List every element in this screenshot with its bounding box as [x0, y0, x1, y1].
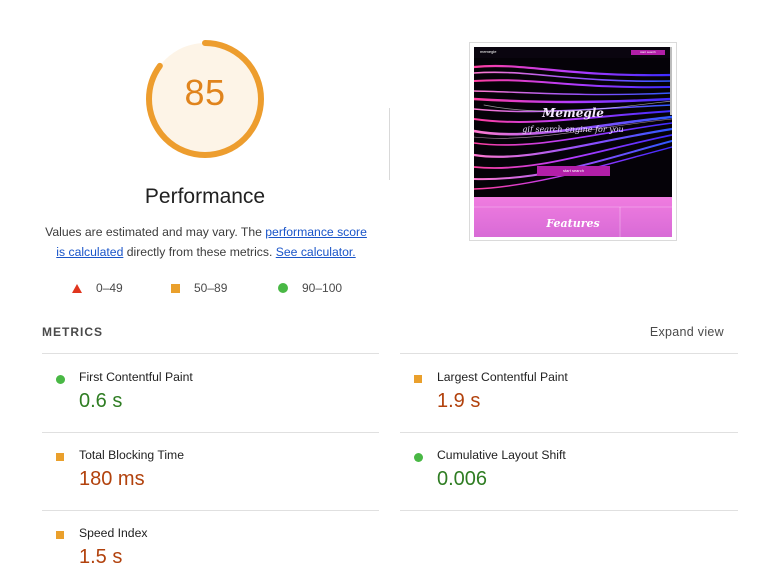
- fail-triangle-icon: [72, 283, 82, 293]
- screenshot-nav-button: start search: [640, 50, 656, 54]
- average-square-icon: [171, 283, 180, 293]
- metric-value: 0.6 s: [79, 390, 123, 412]
- metric-name: First Contentful Paint: [79, 370, 193, 384]
- pass-circle-icon: [414, 453, 423, 462]
- average-square-icon: [56, 453, 64, 461]
- legend-pass: 90–100: [278, 281, 342, 295]
- score-description: Values are estimated and may vary. The p…: [40, 222, 372, 262]
- expand-view-button[interactable]: Expand view: [650, 325, 724, 339]
- legend-range: 90–100: [302, 281, 343, 295]
- metric-name: Total Blocking Time: [79, 448, 184, 462]
- screenshot-hero-title: Memegle: [542, 106, 604, 120]
- legend-range: 0–49: [96, 281, 123, 295]
- metrics-divider: [42, 353, 379, 354]
- final-screenshot[interactable]: memegle start search Memegle gif search …: [469, 42, 677, 241]
- metrics-heading: METRICS: [42, 325, 103, 339]
- screenshot-hero-subtitle: gif search engine for you: [522, 125, 624, 134]
- screenshot-cta-button: start search: [563, 168, 584, 173]
- average-square-icon: [414, 375, 422, 383]
- metrics-divider: [400, 432, 738, 433]
- metric-name: Largest Contentful Paint: [437, 370, 568, 384]
- pass-circle-icon: [56, 375, 65, 384]
- description-text-2: directly from these metrics.: [123, 245, 276, 259]
- metrics-divider: [400, 510, 738, 511]
- screenshot-image: memegle start search Memegle gif search …: [474, 47, 672, 237]
- metric-value: 0.006: [437, 468, 488, 490]
- metrics-divider: [42, 510, 379, 511]
- performance-title: Performance: [144, 185, 266, 208]
- screenshot-section-title: Features: [546, 217, 600, 230]
- metric-value: 1.5 s: [79, 546, 123, 568]
- see-calculator-link[interactable]: See calculator.: [276, 245, 356, 259]
- metrics-divider: [42, 432, 379, 433]
- metrics-divider: [400, 353, 738, 354]
- description-text: Values are estimated and may vary. The: [45, 225, 266, 239]
- average-square-icon: [56, 531, 64, 539]
- legend-average: 50–89: [171, 281, 227, 295]
- legend-fail: 0–49: [72, 281, 123, 295]
- metric-name: Cumulative Layout Shift: [437, 448, 566, 462]
- metric-name: Speed Index: [79, 526, 148, 540]
- metric-value: 1.9 s: [437, 390, 481, 412]
- vertical-divider: [389, 108, 390, 180]
- performance-score: 85: [184, 72, 226, 113]
- screenshot-artwork: [474, 47, 672, 237]
- screenshot-brand: memegle: [480, 49, 497, 54]
- metric-value: 180 ms: [79, 468, 145, 490]
- legend-range: 50–89: [194, 281, 228, 295]
- pass-circle-icon: [278, 283, 288, 293]
